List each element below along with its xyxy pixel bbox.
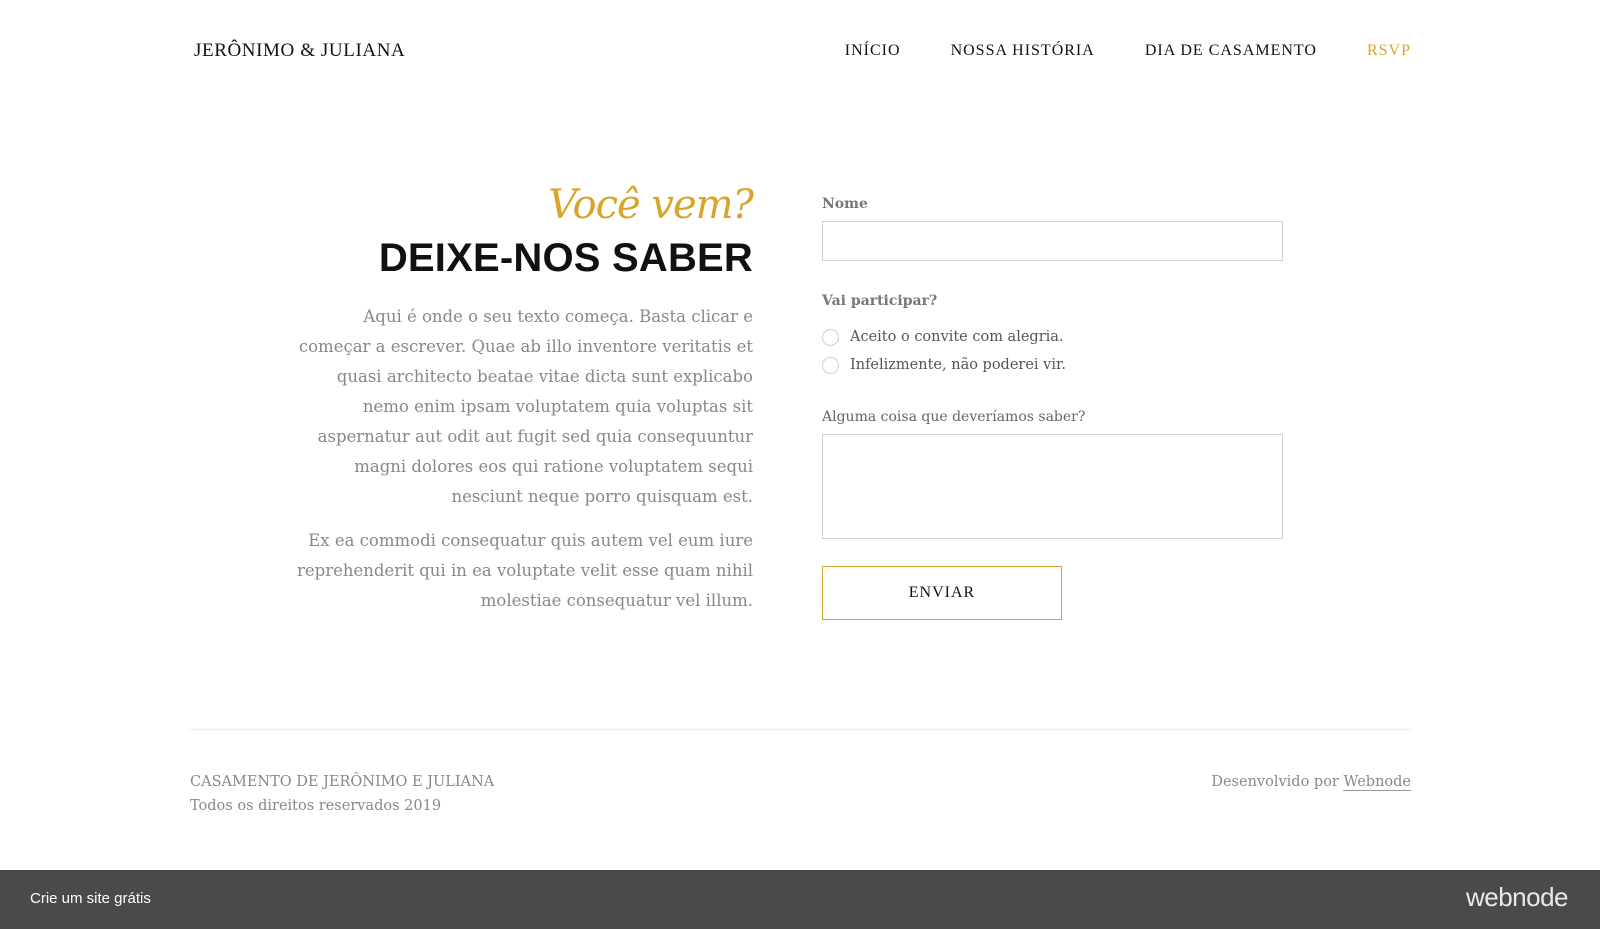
notes-textarea[interactable] <box>822 434 1283 539</box>
create-site-link[interactable]: Crie um site grátis <box>30 890 151 907</box>
intro-paragraph-2: Ex ea commodi consequatur quis autem vel… <box>296 531 753 610</box>
webnode-logo[interactable]: webnode <box>1466 882 1569 913</box>
radio-label: Aceito o convite com alegria. <box>850 329 1064 345</box>
rsvp-form: Nome Vai participar? Aceito o convite co… <box>822 196 1283 620</box>
credit-prefix: Desenvolvido por <box>1211 774 1344 790</box>
promo-bar: Crie um site grátis webnode <box>0 870 1600 929</box>
radio-label: Infelizmente, não poderei vir. <box>850 357 1066 373</box>
radio-option-decline[interactable]: Infelizmente, não poderei vir. <box>822 351 1283 379</box>
radio-button[interactable] <box>822 328 839 346</box>
script-title: Você vem? <box>548 182 754 228</box>
submit-button[interactable]: ENVIAR <box>822 566 1062 620</box>
radio-button[interactable] <box>822 356 839 374</box>
nav-item-inicio[interactable]: INÍCIO <box>845 42 901 60</box>
notes-label: Alguma coisa que deveríamos saber? <box>822 409 1086 425</box>
page-heading: DEIXE-NOS SABER <box>378 236 753 280</box>
footer-title: CASAMENTO DE JERÔNIMO E JULIANA <box>190 774 495 790</box>
radio-option-accept[interactable]: Aceito o convite com alegria. <box>822 323 1283 351</box>
attend-label: Vai participar? <box>822 293 938 309</box>
footer-copyright: Todos os direitos reservados 2019 <box>190 798 442 814</box>
rsvp-intro: Você vem? DEIXE-NOS SABER Aqui é onde o … <box>290 178 754 616</box>
name-label: Nome <box>822 196 868 212</box>
footer-credit: Desenvolvido por Webnode <box>1211 770 1411 794</box>
webnode-link[interactable]: Webnode <box>1343 774 1411 791</box>
site-header: JERÔNIMO & JULIANA INÍCIO NOSSA HISTÓRIA… <box>0 0 1600 106</box>
attend-radio-group: Aceito o convite com alegria. Infelizmen… <box>822 323 1283 379</box>
footer-divider <box>190 729 1412 730</box>
nav-item-rsvp[interactable]: RSVP <box>1367 42 1411 60</box>
name-input[interactable] <box>822 221 1283 261</box>
intro-paragraph-1: Aqui é onde o seu texto começa. Basta cl… <box>298 307 753 506</box>
main-nav: INÍCIO NOSSA HISTÓRIA DIA DE CASAMENTO R… <box>845 42 1411 60</box>
nav-item-nossa-historia[interactable]: NOSSA HISTÓRIA <box>951 42 1095 60</box>
nav-item-dia-de-casamento[interactable]: DIA DE CASAMENTO <box>1145 42 1317 60</box>
footer-info: CASAMENTO DE JERÔNIMO E JULIANA Todos os… <box>190 770 494 818</box>
site-logo[interactable]: JERÔNIMO & JULIANA <box>194 40 405 62</box>
